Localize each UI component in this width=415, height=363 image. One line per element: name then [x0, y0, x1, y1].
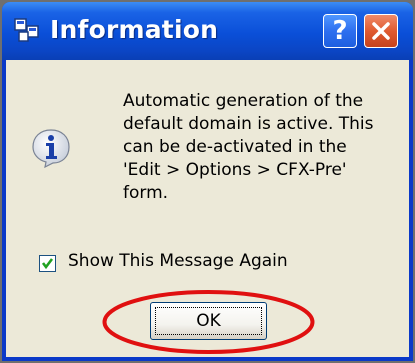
dialog-body: Automatic generation of the default doma… [6, 60, 409, 357]
title-bar[interactable]: Information ? [2, 2, 413, 60]
checkmark-icon [41, 258, 54, 270]
close-icon [372, 22, 390, 40]
close-button[interactable] [364, 14, 398, 48]
window-title: Information [50, 15, 219, 44]
ok-button-label: OK [196, 311, 221, 331]
ok-button[interactable]: OK [150, 302, 267, 340]
show-message-again-label[interactable]: Show This Message Again [68, 251, 288, 271]
message-text: Automatic generation of the default doma… [123, 91, 374, 203]
information-icon [32, 129, 70, 168]
information-dialog: Information ? Automatic generation of th… [2, 2, 413, 361]
show-message-again-checkbox[interactable] [39, 255, 56, 272]
window-app-icon [14, 18, 39, 42]
help-icon: ? [332, 16, 348, 46]
help-button[interactable]: ? [323, 14, 357, 48]
